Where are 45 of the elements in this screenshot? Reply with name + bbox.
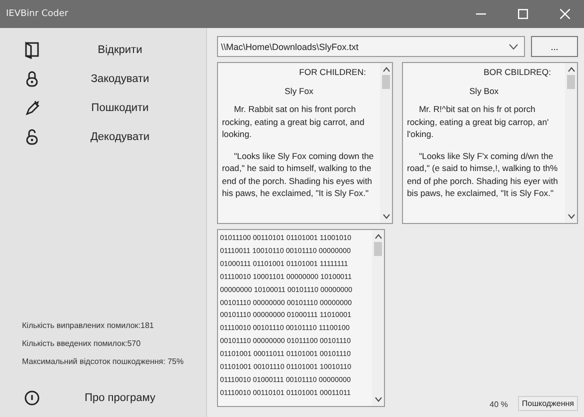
menu-item[interactable]: Декодувати bbox=[80, 130, 160, 142]
scrollbar[interactable] bbox=[372, 230, 384, 406]
menu-item[interactable]: Закодувати bbox=[80, 72, 160, 84]
scroll-down-icon[interactable] bbox=[374, 397, 382, 402]
text-paragraph: Mr. Rabbit sat on his front porch rocking, eating a great big carrot, and looking. bbox=[222, 103, 366, 140]
original-text-area[interactable] bbox=[217, 62, 393, 224]
book-icon bbox=[24, 40, 40, 58]
damage-button[interactable]: Пошкодження bbox=[518, 396, 578, 411]
text-title: Sly Box bbox=[468, 84, 500, 97]
scroll-up-icon[interactable] bbox=[382, 67, 390, 72]
browse-button[interactable]: ... bbox=[531, 36, 578, 57]
text-heading: BOR CBILDREQ: bbox=[482, 66, 552, 78]
text-paragraph: Mr. R!^bit sat on his fr ot porch rocking, eating a great big carrop, an' l'oking. bbox=[407, 103, 550, 140]
stat-text: Кількість введених помилок:570 bbox=[22, 339, 142, 348]
menu-item[interactable]: Пошкодити bbox=[80, 102, 160, 114]
binary-text-area[interactable] bbox=[217, 229, 385, 407]
scrollbar[interactable] bbox=[380, 63, 392, 223]
scrollbar-thumb[interactable] bbox=[567, 75, 575, 89]
text-paragraph: "Looks like Sly Fox coming down the road," he said to himself, walking to the end of the porch. Shading his eyes with his paws, he exclaimed, "It is Sly Fox." bbox=[222, 150, 375, 200]
menu-item[interactable]: Про програму bbox=[80, 392, 160, 404]
text-paragraph: "Looks like Sly F'x coming d/wn the road," (e said to himse,!, walking to th% end of phe porch. Shading his eyer with bis paws, he exclaimed, "It is Sly Fox." bbox=[407, 150, 559, 200]
scroll-down-icon[interactable] bbox=[382, 214, 390, 219]
maximize-icon[interactable] bbox=[518, 9, 528, 19]
padlock-icon bbox=[24, 70, 40, 88]
info-icon bbox=[24, 388, 40, 406]
scrollbar[interactable] bbox=[565, 63, 577, 223]
file-path-dropdown[interactable]: \\Mac\Home\Downloads\SlyFox.txt bbox=[217, 36, 525, 57]
scroll-up-icon[interactable] bbox=[568, 67, 574, 72]
scrollbar-thumb[interactable] bbox=[382, 75, 390, 89]
close-icon[interactable] bbox=[560, 9, 570, 19]
text-heading: FOR CHILDREN: bbox=[298, 66, 367, 78]
scroll-down-icon[interactable] bbox=[568, 214, 574, 219]
stat-text: Максимальний відсоток пошкодження: 75% bbox=[22, 357, 185, 366]
damage-percent-field[interactable]: 40 % bbox=[488, 398, 510, 411]
damaged-text-area[interactable] bbox=[402, 62, 578, 224]
broken-pencil-icon bbox=[24, 98, 40, 116]
open-padlock-icon bbox=[24, 128, 40, 146]
scrollbar-thumb[interactable] bbox=[374, 242, 382, 256]
chevron-icon bbox=[509, 44, 518, 50]
menu-item[interactable]: Відкрити bbox=[80, 44, 160, 56]
window-title: IEVBinr Coder bbox=[6, 9, 68, 19]
file-path-text: \\Mac\Home\Downloads\SlyFox.txt bbox=[221, 42, 359, 52]
stat-text: Кількість виправлених помилок:181 bbox=[22, 321, 155, 330]
text-title: Sly Fox bbox=[284, 84, 314, 97]
scroll-up-icon[interactable] bbox=[374, 234, 382, 239]
